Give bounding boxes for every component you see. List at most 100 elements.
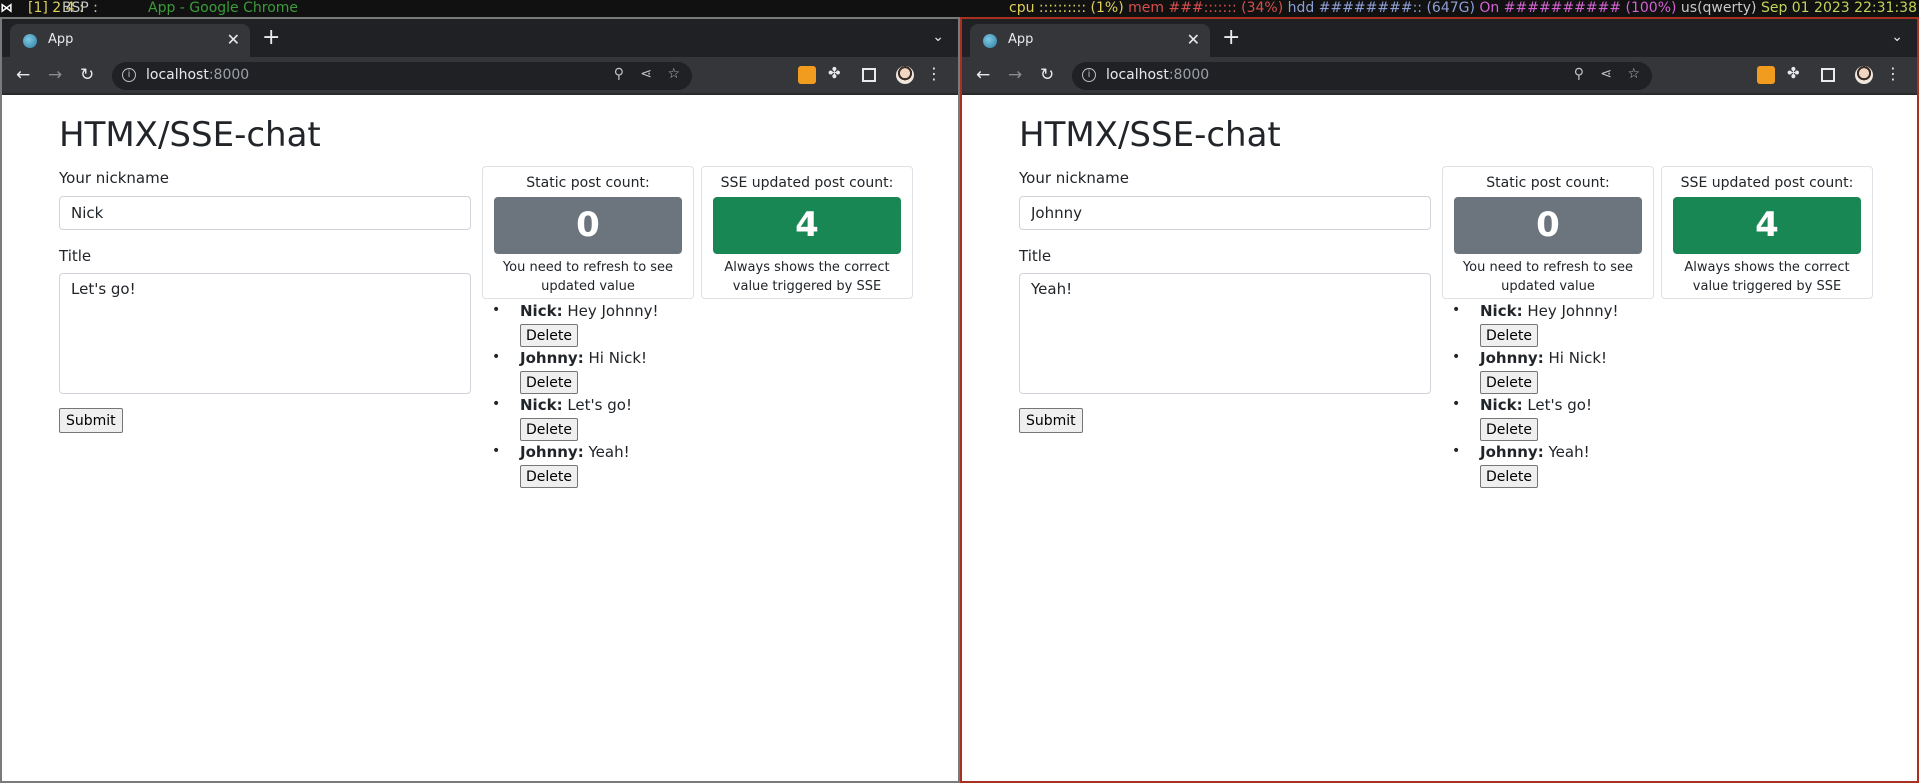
sse-count-header: SSE updated post count: xyxy=(1680,175,1854,191)
browser-toolbar: ← → ↻ i localhost:8000 ⚲ ⋖ ☆ ✤ ⋮ xyxy=(2,57,958,95)
sse-count-value: 4 xyxy=(713,197,901,254)
browser-tab[interactable]: App ✕ xyxy=(10,24,250,57)
static-count-value: 0 xyxy=(494,197,682,254)
static-count-note: You need to refresh to see updated value xyxy=(502,260,674,294)
layout-indicator: BSP : xyxy=(62,0,98,16)
post-text: Yeah! xyxy=(1548,443,1590,461)
post-text: Hi Nick! xyxy=(588,349,648,367)
page-content: HTMX/SSE-chat Your nickname Title Yeah! … xyxy=(962,95,1917,781)
battery-monitor: On ########## (100%) xyxy=(1479,0,1677,16)
clock: Sep 01 2023 22:31:38 xyxy=(1760,0,1917,16)
close-tab-icon[interactable]: ✕ xyxy=(227,30,240,49)
memory-monitor: mem ###::::::: (34%) xyxy=(1128,0,1284,16)
back-arrow-icon[interactable]: ← xyxy=(976,65,990,85)
bookmark-star-icon[interactable]: ☆ xyxy=(667,66,680,82)
static-count-value: 0 xyxy=(1454,197,1642,254)
tab-search-chevron-icon[interactable]: ⌄ xyxy=(932,29,944,45)
sse-count-value: 4 xyxy=(1673,197,1861,254)
post-author: Johnny: xyxy=(520,349,584,367)
delete-post-button[interactable]: Delete xyxy=(520,465,578,488)
static-count-header: Static post count: xyxy=(526,175,650,191)
title-label: Title xyxy=(1019,247,1052,265)
forward-arrow-icon[interactable]: → xyxy=(1008,65,1022,85)
nickname-input[interactable] xyxy=(59,196,471,230)
site-info-icon[interactable]: i xyxy=(1082,68,1096,82)
tab-strip: App ✕ + ⌄ xyxy=(962,19,1917,57)
profile-avatar[interactable] xyxy=(1855,66,1873,84)
submit-button[interactable]: Submit xyxy=(59,408,123,433)
post-author: Nick: xyxy=(1480,302,1523,320)
static-count-note: You need to refresh to see updated value xyxy=(1462,260,1634,294)
side-panel-icon[interactable] xyxy=(1821,68,1835,82)
tab-title: App xyxy=(48,32,74,47)
globe-favicon-icon xyxy=(983,34,997,48)
globe-favicon-icon xyxy=(23,34,37,48)
extensions-puzzle-icon[interactable]: ✤ xyxy=(828,64,846,82)
keyboard-layout: us(qwerty) xyxy=(1680,0,1757,16)
side-panel-icon[interactable] xyxy=(862,68,876,82)
delete-post-button[interactable]: Delete xyxy=(520,418,578,441)
browser-menu-icon[interactable]: ⋮ xyxy=(926,64,944,83)
address-bar[interactable]: i localhost:8000 ⚲ ⋖ ☆ xyxy=(1072,62,1652,90)
back-arrow-icon[interactable]: ← xyxy=(16,65,30,85)
post-author: Nick: xyxy=(520,396,563,414)
share-icon[interactable]: ⋖ xyxy=(1600,66,1612,82)
url-text[interactable]: localhost:8000 xyxy=(146,67,249,83)
sse-count-card: SSE updated post count: 4 Always shows t… xyxy=(1661,166,1873,299)
tab-strip: App ✕ + ⌄ xyxy=(2,19,958,57)
static-count-card: Static post count: 0 You need to refresh… xyxy=(482,166,694,299)
delete-post-button[interactable]: Delete xyxy=(1480,418,1538,441)
forward-arrow-icon[interactable]: → xyxy=(48,65,62,85)
static-count-header: Static post count: xyxy=(1486,175,1610,191)
delete-post-button[interactable]: Delete xyxy=(1480,371,1538,394)
new-tab-icon[interactable]: + xyxy=(262,27,280,49)
bookmark-star-icon[interactable]: ☆ xyxy=(1627,66,1640,82)
browser-tab[interactable]: App ✕ xyxy=(970,24,1210,57)
static-count-card: Static post count: 0 You need to refresh… xyxy=(1442,166,1654,299)
close-tab-icon[interactable]: ✕ xyxy=(1187,30,1200,49)
zoom-icon[interactable]: ⚲ xyxy=(1574,66,1584,82)
reload-icon[interactable]: ↻ xyxy=(1040,65,1054,85)
post-author: Johnny: xyxy=(1480,443,1544,461)
post-text: Let's go! xyxy=(567,396,632,414)
delete-post-button[interactable]: Delete xyxy=(520,324,578,347)
delete-post-button[interactable]: Delete xyxy=(520,371,578,394)
post-author: Nick: xyxy=(1480,396,1523,414)
post-text: Hey Johnny! xyxy=(1527,302,1619,320)
delete-post-button[interactable]: Delete xyxy=(1480,324,1538,347)
tab-title: App xyxy=(1008,32,1034,47)
zoom-icon[interactable]: ⚲ xyxy=(614,66,624,82)
post-text: Hey Johnny! xyxy=(567,302,659,320)
browser-window-right: App ✕ + ⌄ ← → ↻ i localhost:8000 ⚲ ⋖ ☆ ✤… xyxy=(960,17,1919,783)
post-author: Johnny: xyxy=(520,443,584,461)
new-tab-icon[interactable]: + xyxy=(1222,27,1240,49)
page-title: HTMX/SSE-chat xyxy=(59,115,321,155)
share-icon[interactable]: ⋖ xyxy=(640,66,652,82)
delete-post-button[interactable]: Delete xyxy=(1480,465,1538,488)
extension-orange-icon[interactable] xyxy=(1757,66,1775,84)
submit-button[interactable]: Submit xyxy=(1019,408,1083,433)
active-window-title: App - Google Chrome xyxy=(148,0,299,16)
extensions-puzzle-icon[interactable]: ✤ xyxy=(1787,64,1805,82)
system-monitors: cpu :::::::::: (1%) mem ###::::::: (34%)… xyxy=(1009,0,1917,17)
site-info-icon[interactable]: i xyxy=(122,68,136,82)
url-text[interactable]: localhost:8000 xyxy=(1106,67,1209,83)
disk-monitor: hdd ########:: (647G) xyxy=(1287,0,1475,16)
post-author: Johnny: xyxy=(1480,349,1544,367)
browser-menu-icon[interactable]: ⋮ xyxy=(1885,64,1903,83)
cpu-monitor: cpu :::::::::: (1%) xyxy=(1009,0,1124,16)
post-text: Yeah! xyxy=(588,443,630,461)
system-status-bar: ⋈ [1] 2 4 : BSP : App - Google Chrome cp… xyxy=(0,0,1919,17)
browser-toolbar: ← → ↻ i localhost:8000 ⚲ ⋖ ☆ ✤ ⋮ xyxy=(962,57,1917,95)
post-text: Hi Nick! xyxy=(1548,349,1608,367)
title-textarea[interactable]: Yeah! xyxy=(1019,273,1431,394)
address-bar[interactable]: i localhost:8000 ⚲ ⋖ ☆ xyxy=(112,62,692,90)
page-title: HTMX/SSE-chat xyxy=(1019,115,1281,155)
nickname-input[interactable] xyxy=(1019,196,1431,230)
tab-search-chevron-icon[interactable]: ⌄ xyxy=(1891,29,1903,45)
title-textarea[interactable]: Let's go! xyxy=(59,273,471,394)
extension-orange-icon[interactable] xyxy=(798,66,816,84)
reload-icon[interactable]: ↻ xyxy=(80,65,94,85)
wm-logo-icon: ⋈ xyxy=(0,1,13,16)
profile-avatar[interactable] xyxy=(896,66,914,84)
